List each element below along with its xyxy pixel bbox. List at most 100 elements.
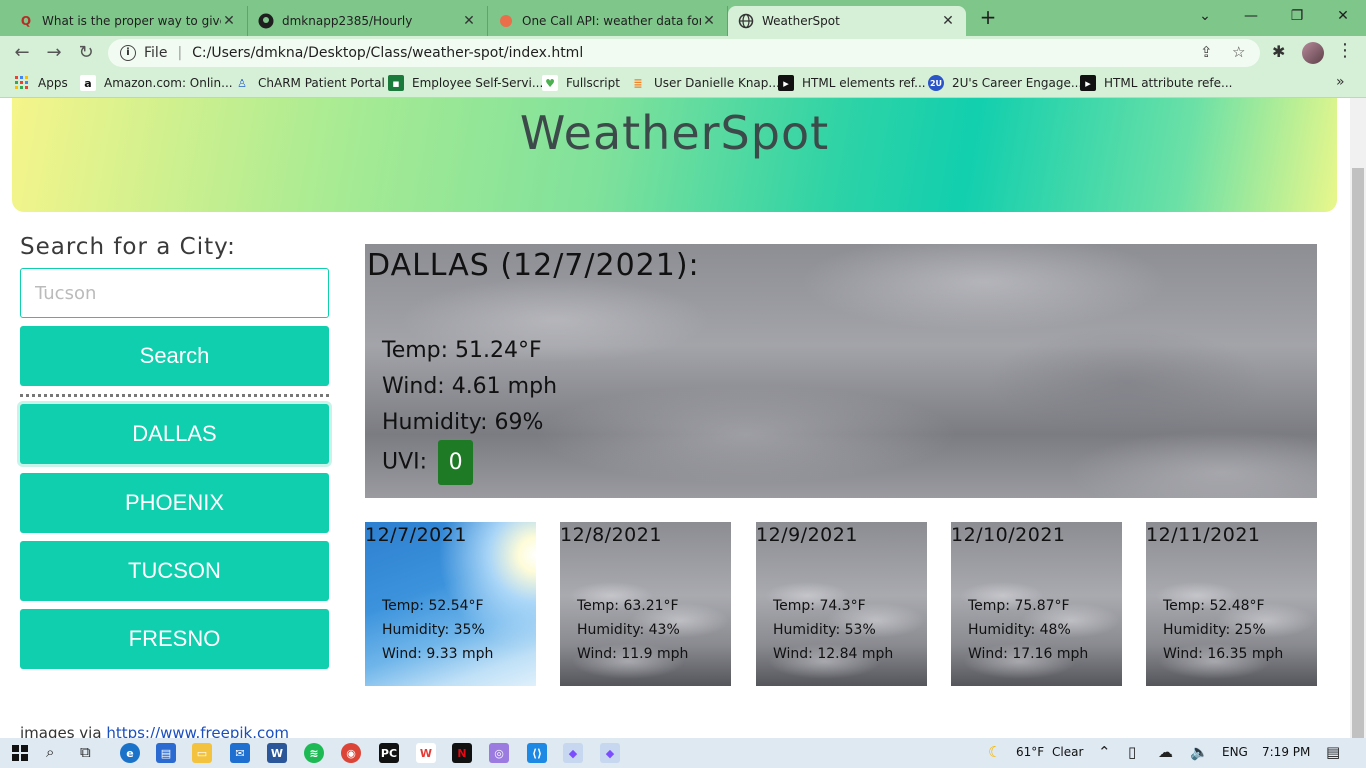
chrome-icon[interactable]: ◉ (341, 743, 361, 763)
globe-icon (738, 13, 754, 29)
history-button-dallas[interactable]: DALLAS (20, 404, 329, 464)
app-icon[interactable]: ◆ (600, 743, 620, 763)
bookmarks-overflow-chevron-icon[interactable]: » (1336, 74, 1345, 90)
2u-icon: 2U (928, 75, 944, 91)
forecast-temp: Temp: 63.21°F (577, 598, 679, 614)
tab-title: WeatherSpot (762, 14, 840, 28)
forecast-humidity: Humidity: 35% (382, 622, 485, 638)
bookmark-charm[interactable]: ♙ ChARM Patient Portal (234, 75, 385, 91)
close-window-icon[interactable]: ✕ (1320, 4, 1366, 28)
volume-icon[interactable]: 🔈 (1190, 743, 1209, 761)
history-button-tucson[interactable]: TUCSON (20, 541, 329, 601)
bookmark-html-elements[interactable]: ▸ HTML elements ref... (778, 75, 926, 91)
browser-tab-github[interactable]: dmknapp2385/Hourly ✕ (248, 6, 488, 36)
netflix-icon[interactable]: N (452, 743, 472, 763)
search-icon[interactable]: ⌕ (46, 743, 54, 761)
pycharm-icon[interactable]: PC (379, 743, 399, 763)
device-icon[interactable]: ▯ (1128, 743, 1136, 761)
close-icon[interactable]: ✕ (461, 13, 477, 29)
image-credit: images via https://www.freepik.com (20, 724, 289, 738)
notifications-icon[interactable]: ▤ (1326, 743, 1340, 761)
tab-search-chevron-icon[interactable]: ⌄ (1182, 4, 1228, 28)
app-icon[interactable]: ◆ (563, 743, 583, 763)
bookmark-apps[interactable]: Apps (14, 75, 68, 91)
language-indicator[interactable]: ENG (1222, 745, 1248, 759)
task-view-icon[interactable]: ⧉ (80, 743, 91, 761)
current-wind: Wind: 4.61 mph (382, 374, 558, 399)
bookmarks-bar: Apps a Amazon.com: Onlin... ♙ ChARM Pati… (0, 70, 1366, 98)
bookmark-amazon[interactable]: a Amazon.com: Onlin... (80, 75, 233, 91)
file-explorer-icon[interactable]: ▭ (192, 743, 212, 763)
forecast-wind: Wind: 12.84 mph (773, 646, 894, 662)
forecast-temp: Temp: 52.48°F (1163, 598, 1265, 614)
back-arrow-icon[interactable]: ← (10, 41, 34, 65)
minimize-icon[interactable]: — (1228, 4, 1274, 28)
weather-temp[interactable]: 61°F (1016, 745, 1044, 759)
bookmark-label: Amazon.com: Onlin... (104, 76, 233, 90)
address-bar[interactable]: i File | C:/Users/dmkna/Desktop/Class/we… (108, 39, 1260, 67)
close-icon[interactable]: ✕ (221, 13, 237, 29)
page-title: WeatherSpot (519, 106, 830, 160)
browser-toolbar: ← → ↻ i File | C:/Users/dmkna/Desktop/Cl… (0, 36, 1366, 70)
browser-tab-weatherspot[interactable]: WeatherSpot ✕ (728, 6, 966, 36)
share-icon[interactable]: ⇪ (1200, 43, 1213, 61)
weather-condition[interactable]: Clear (1052, 745, 1083, 759)
info-icon[interactable]: i (120, 45, 136, 61)
extensions-puzzle-icon[interactable]: ✱ (1272, 42, 1285, 61)
bookmark-fullscript[interactable]: ♥ Fullscript (542, 75, 620, 91)
close-icon[interactable]: ✕ (701, 13, 717, 29)
bookmark-html-attributes[interactable]: ▸ HTML attribute refe... (1080, 75, 1232, 91)
windows-start-icon[interactable] (10, 743, 30, 763)
bookmark-label: Fullscript (566, 76, 620, 90)
forecast-temp: Temp: 52.54°F (382, 598, 484, 614)
forecast-card: 12/10/2021 Temp: 75.87°F Humidity: 48% W… (951, 522, 1122, 686)
restore-icon[interactable]: ❐ (1274, 4, 1320, 28)
history-button-fresno[interactable]: FRESNO (20, 609, 329, 669)
close-icon[interactable]: ✕ (940, 13, 956, 29)
forecast-humidity: Humidity: 43% (577, 622, 680, 638)
quora-icon: Q (20, 14, 32, 28)
reload-icon[interactable]: ↻ (74, 41, 98, 65)
forecast-date: 12/8/2021 (560, 524, 662, 546)
bookmark-label: ChARM Patient Portal (258, 76, 385, 90)
page-scrollbar-thumb[interactable] (1352, 168, 1364, 738)
app-icon[interactable]: ◎ (489, 743, 509, 763)
forecast-temp: Temp: 75.87°F (968, 598, 1070, 614)
bookmark-stackoverflow-user[interactable]: ≣ User Danielle Knap... (630, 75, 779, 91)
windows-taskbar: ⌕ ⧉ e ▤ ▭ ✉ W ≋ ◉ PC W N ◎ ⟨⟩ ◆ ◆ ☾ 61°F… (0, 738, 1366, 768)
forecast-wind: Wind: 17.16 mph (968, 646, 1089, 662)
profile-avatar[interactable] (1302, 42, 1324, 64)
browser-tab-quora[interactable]: Q What is the proper way to give c ✕ (8, 6, 248, 36)
bookmark-2u-career[interactable]: 2U 2U's Career Engage... (928, 75, 1082, 91)
spotify-icon[interactable]: ≋ (304, 743, 324, 763)
chevron-up-icon[interactable]: ⌃ (1098, 743, 1111, 761)
bookmark-label: HTML elements ref... (802, 76, 926, 90)
vscode-icon[interactable]: ⟨⟩ (527, 743, 547, 763)
openweather-icon (498, 13, 514, 29)
edge-icon[interactable]: e (120, 743, 140, 763)
store-icon[interactable]: ▤ (156, 743, 176, 763)
address-url: C:/Users/dmkna/Desktop/Class/weather-spo… (192, 45, 584, 61)
browser-tab-openweather[interactable]: One Call API: weather data for ar ✕ (488, 6, 728, 36)
bookmark-star-icon[interactable]: ☆ (1232, 43, 1245, 61)
cloud-icon[interactable]: ☁ (1158, 743, 1173, 761)
new-tab-plus-icon[interactable]: + (976, 6, 1000, 30)
freepik-link[interactable]: https://www.freepik.com (106, 724, 289, 738)
city-search-input[interactable] (20, 268, 329, 318)
mail-icon[interactable]: ✉ (230, 743, 250, 763)
history-button-phoenix[interactable]: PHOENIX (20, 473, 329, 533)
moon-weather-icon[interactable]: ☾ (988, 743, 1001, 761)
forward-arrow-icon[interactable]: → (42, 41, 66, 65)
mdn-icon: ▸ (778, 75, 794, 91)
current-weather-card: DALLAS (12/7/2021): Temp: 51.24°F Wind: … (365, 244, 1317, 498)
credit-text: images via (20, 724, 107, 738)
tab-title: dmknapp2385/Hourly (282, 14, 413, 28)
bookmark-label: Apps (38, 76, 68, 90)
employee-icon: ▪ (388, 75, 404, 91)
bookmark-employee-self-service[interactable]: ▪ Employee Self-Servi... (388, 75, 543, 91)
word-icon[interactable]: W (267, 743, 287, 763)
search-button[interactable]: Search (20, 326, 329, 386)
clock[interactable]: 7:19 PM (1262, 745, 1310, 759)
browser-menu-icon[interactable]: ⋮ (1336, 40, 1354, 61)
weather-app-icon[interactable]: W (416, 743, 436, 763)
